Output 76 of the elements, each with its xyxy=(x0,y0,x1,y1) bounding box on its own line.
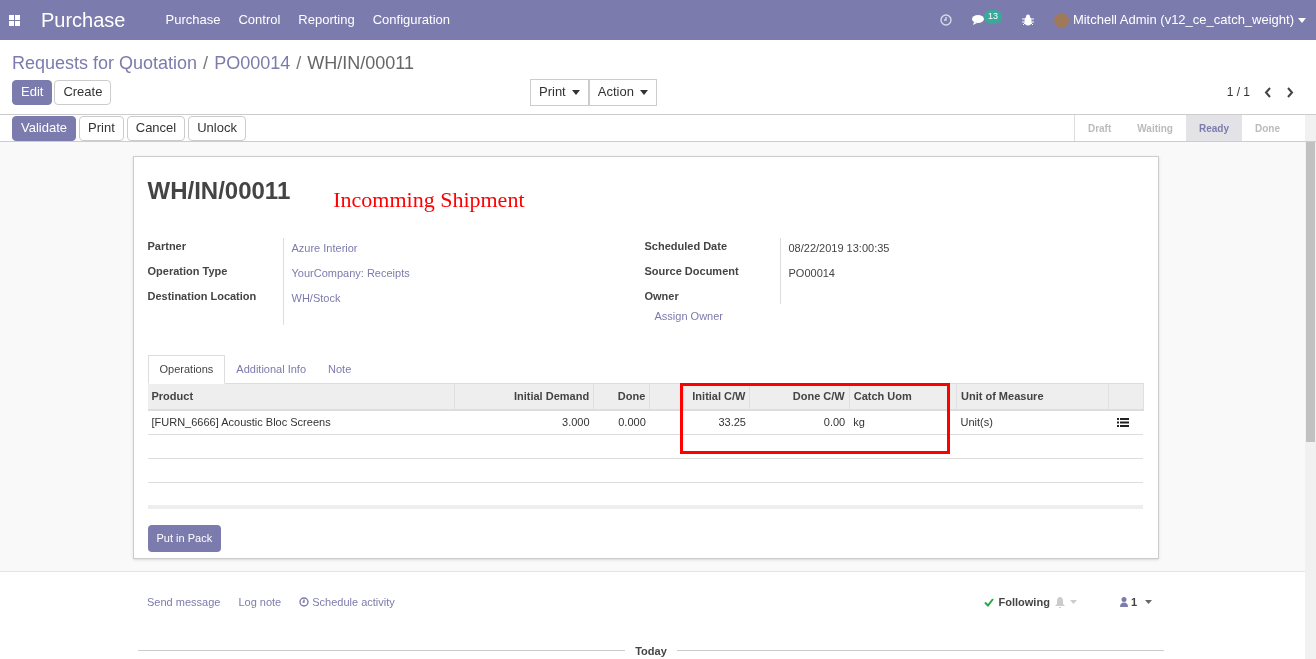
menu-item[interactable]: Reporting xyxy=(298,10,355,30)
print-button[interactable]: Print xyxy=(79,115,124,141)
breadcrumb-item[interactable]: PO00014 xyxy=(214,49,291,77)
field-value: PO00014 xyxy=(788,267,835,279)
column-header[interactable]: Done xyxy=(617,389,646,402)
table-cell: Unit(s) xyxy=(960,416,993,428)
caret-icon xyxy=(1298,17,1306,23)
bug-icon[interactable] xyxy=(1021,14,1034,26)
pager-value: 1 / 1 xyxy=(1226,84,1250,101)
message-count-badge: 13 xyxy=(983,10,1002,24)
table-cell: kg xyxy=(853,416,865,428)
breadcrumb-item: WH/IN/00011 xyxy=(307,51,414,75)
avatar xyxy=(1053,12,1069,28)
field-label: Partner xyxy=(147,239,188,254)
follower-count[interactable]: 1 xyxy=(1130,594,1137,611)
table-cell: [FURN_6666] Acoustic Bloc Screens xyxy=(151,416,331,428)
field-label: Destination Location xyxy=(147,289,258,304)
menu-item[interactable]: Configuration xyxy=(372,10,451,30)
field-label: Source Document xyxy=(644,264,740,279)
chatter-action[interactable]: Send message xyxy=(147,594,221,611)
app-name: Purchase xyxy=(41,8,126,33)
dropdown-button[interactable]: Action xyxy=(588,78,657,106)
column-header[interactable]: Catch Uom xyxy=(853,389,912,402)
field-label: Scheduled Date xyxy=(644,239,729,254)
column-header[interactable]: Initial Demand xyxy=(513,389,590,402)
record-title: WH/IN/00011 xyxy=(147,176,291,206)
field-link[interactable]: Azure Interior xyxy=(291,238,410,254)
put-in-pack-button[interactable]: Put in Pack xyxy=(147,524,222,552)
following-button[interactable]: Following xyxy=(998,594,1050,611)
list-icon[interactable] xyxy=(1116,417,1129,427)
caret-icon xyxy=(639,89,648,95)
table-cell: 3.000 xyxy=(562,416,590,428)
person-icon[interactable] xyxy=(1119,597,1128,608)
field-label: Owner xyxy=(644,289,680,304)
chevron-right-icon[interactable] xyxy=(1286,86,1294,98)
table-cell: 0.00 xyxy=(823,416,846,428)
column-header[interactable]: Product xyxy=(151,389,194,402)
breadcrumb-item[interactable]: Requests for Quotation xyxy=(12,49,198,77)
cancel-button[interactable]: Cancel xyxy=(126,115,186,141)
tab[interactable]: Operations xyxy=(147,354,226,384)
user-menu[interactable]: Mitchell Admin (v12_ce_catch_weight) xyxy=(1072,10,1294,30)
check-icon xyxy=(983,597,994,607)
status-step[interactable]: Ready xyxy=(1186,115,1242,141)
caret-icon xyxy=(571,89,580,95)
clock-icon xyxy=(299,597,310,608)
column-header[interactable]: Unit of Measure xyxy=(961,389,1044,402)
chevron-left-icon[interactable] xyxy=(1264,86,1272,98)
table-cell: 33.25 xyxy=(718,416,746,428)
caret-icon xyxy=(1145,600,1152,605)
column-header[interactable]: Initial C/W xyxy=(692,389,746,402)
create-button[interactable]: Create xyxy=(54,79,112,105)
annotation-text: Incomming Shipment xyxy=(333,186,525,214)
dropdown-button[interactable]: Print xyxy=(530,78,589,106)
unlock-button[interactable]: Unlock xyxy=(188,115,246,141)
assign-owner-link[interactable]: Assign Owner xyxy=(654,308,890,325)
clock-icon[interactable] xyxy=(939,14,952,26)
menu-item[interactable]: Control xyxy=(238,10,281,30)
validate-button[interactable]: Validate xyxy=(12,115,76,141)
tab[interactable]: Additional Info xyxy=(225,354,318,384)
column-header[interactable]: Done C/W xyxy=(792,389,845,402)
menu-item[interactable]: Purchase xyxy=(165,10,221,30)
field-value: 08/22/2019 13:00:35 xyxy=(788,242,890,254)
chatter-action[interactable]: Log note xyxy=(238,594,282,611)
chatter-action[interactable]: Schedule activity xyxy=(299,594,395,611)
field-link[interactable]: WH/Stock xyxy=(291,288,410,304)
tab[interactable]: Note xyxy=(317,354,363,384)
apps-menu-icon[interactable] xyxy=(9,14,20,26)
chat-icon[interactable] xyxy=(971,14,986,26)
table-cell: 0.000 xyxy=(618,416,646,428)
field-link[interactable]: YourCompany: Receipts xyxy=(291,263,410,279)
breadcrumb-separator: / xyxy=(296,51,302,75)
breadcrumb-separator: / xyxy=(203,51,209,75)
date-divider-label: Today xyxy=(635,643,667,659)
field-label: Operation Type xyxy=(147,264,229,279)
caret-icon xyxy=(1069,600,1077,605)
edit-button[interactable]: Edit xyxy=(12,79,53,105)
